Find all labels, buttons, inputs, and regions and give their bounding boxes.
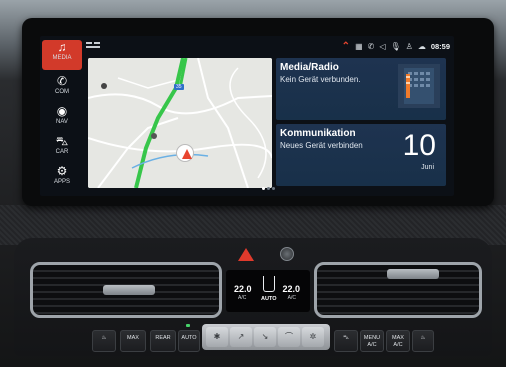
apps-icon: ⚙ <box>56 164 68 178</box>
clock: 08:59 <box>430 41 450 51</box>
media-widget-title: Media/Radio <box>280 62 339 73</box>
page-indicator <box>262 187 275 190</box>
volume-knob[interactable] <box>280 247 294 261</box>
communication-widget-subtitle: Neues Gerät verbinden <box>280 141 363 150</box>
left-vent-knob[interactable] <box>103 285 155 295</box>
phone-icon: ✆ <box>56 74 68 88</box>
media-placeholder-icon <box>398 64 440 108</box>
temp-left: 22.0 <box>234 284 252 294</box>
communication-widget[interactable]: Kommunikation Neues Gerät verbinden 10 J… <box>276 124 446 186</box>
page-dot <box>272 187 275 190</box>
temp-right: 22.0 <box>282 284 300 294</box>
keyboard-icon: ▦ <box>355 41 363 51</box>
sidebar-item-car[interactable]: ⛍ CAR <box>42 134 82 164</box>
auto-label: AUTO <box>261 296 277 302</box>
airflow-face-button[interactable]: ↗ <box>230 327 252 347</box>
user-profile-icon: ♙ <box>405 41 413 51</box>
left-air-vent[interactable] <box>30 262 222 318</box>
climate-display: 22.0 A/C AUTO 22.0 A/C <box>226 270 310 312</box>
ac-label-right: A/C <box>287 295 296 301</box>
music-note-icon: ♫ <box>57 40 67 54</box>
fan-down-button[interactable]: ✱ <box>206 327 228 347</box>
media-radio-widget[interactable]: Media/Radio Kein Gerät verbunden. <box>276 58 446 120</box>
calendar-day: 10 <box>402 129 436 162</box>
recirculation-button[interactable]: ⛍ <box>334 330 358 352</box>
ac-label-left: A/C <box>238 295 247 301</box>
sidebar-item-media[interactable]: ♫ MEDIA <box>42 40 82 70</box>
airflow-window-button[interactable]: ⌒ <box>278 327 300 347</box>
status-bar: ⌃ ▦ ✆ ◁ 🎙 ♙ ☁ 08:59 <box>84 36 454 56</box>
seat-heat-icon: ♨ <box>101 335 107 341</box>
sidebar-item-com[interactable]: ✆ COM <box>42 74 82 104</box>
airflow-feet-button[interactable]: ↘ <box>254 327 276 347</box>
page-dot <box>262 187 265 190</box>
map-roads <box>88 58 272 188</box>
route-shield: 35 <box>174 84 184 90</box>
car-icon: ⛍ <box>55 134 69 148</box>
connected-drive-icon: ☁ <box>417 41 426 51</box>
split-screen-icon[interactable] <box>86 42 100 50</box>
fan-intensity-icon <box>263 276 275 292</box>
seat-heat-icon: ♨ <box>420 335 426 341</box>
auto-indicator-led <box>186 324 190 327</box>
right-vent-knob[interactable] <box>387 269 439 279</box>
microphone-icon: 🎙 <box>390 41 401 51</box>
page-dot <box>267 187 270 190</box>
fan-up-button[interactable]: ✲ <box>302 327 324 347</box>
communication-widget-title: Kommunikation <box>280 128 356 139</box>
seat-heat-right-button[interactable]: ♨ <box>412 330 434 352</box>
seat-heat-left-button[interactable]: ♨ <box>92 330 116 352</box>
navigation-icon: ◉ <box>56 104 68 118</box>
max-ac-button[interactable]: MAX A/C <box>386 330 410 352</box>
navigation-map[interactable]: 35 <box>88 58 272 188</box>
wifi-calling-icon: ✆ <box>367 41 375 51</box>
max-defrost-button[interactable]: MAX <box>120 330 146 352</box>
status-icons: ⌃ ▦ ✆ ◁ 🎙 ♙ ☁ 08:59 <box>342 40 450 52</box>
right-air-vent[interactable] <box>314 262 482 318</box>
rear-defrost-button[interactable]: REAR <box>150 330 176 352</box>
sidebar-item-apps[interactable]: ⚙ APPS <box>42 164 82 194</box>
current-position-icon <box>176 144 194 162</box>
sidebar-item-nav[interactable]: ◉ NAV <box>42 104 82 134</box>
main-menu-sidebar: ♫ MEDIA ✆ COM ◉ NAV ⛍ CAR ⚙ APPS <box>42 38 82 194</box>
media-widget-subtitle: Kein Gerät verbunden. <box>280 75 361 84</box>
car-recirculation-icon: ⛍ <box>343 335 349 341</box>
chevron-up-icon[interactable]: ⌃ <box>342 41 350 52</box>
idrive-screen: ♫ MEDIA ✆ COM ◉ NAV ⛍ CAR ⚙ APPS ⌃ ▦ ✆ ◁… <box>40 36 454 196</box>
hazard-button-icon[interactable] <box>238 248 254 261</box>
auto-button[interactable]: AUTO <box>178 330 200 352</box>
menu-ac-button[interactable]: MENU A/C <box>360 330 384 352</box>
navigation-arrow-icon: ◁ <box>379 41 386 51</box>
calendar-month: Juni <box>421 164 434 171</box>
climate-toggle-strip: ✱ ↗ ↘ ⌒ ✲ <box>202 324 330 350</box>
